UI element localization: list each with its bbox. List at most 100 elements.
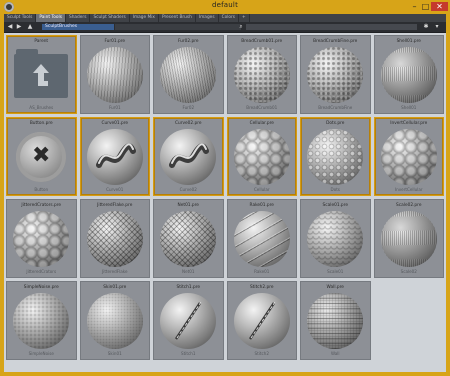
brush-preview-sphere [86, 211, 143, 267]
brush-filename: Stitch1.pre [176, 285, 201, 290]
brush-name: BreadCrumb01 [246, 105, 278, 110]
brush-tile[interactable]: JitteredFlake.pre JitteredFlake [79, 199, 150, 278]
brush-filename: JitteredFlake.pre [97, 203, 133, 208]
brush-tile[interactable]: Cellular.pre Cellular [226, 117, 297, 196]
add-tab-button[interactable]: + [239, 14, 250, 22]
brush-filename: Curve01.pre [101, 121, 129, 126]
brush-grid: Parent AS_Brushes Fur01.pre Fur01 Fur02.pre F… [6, 35, 444, 372]
tab-colors[interactable]: Colors [219, 14, 240, 22]
brush-name: Scale01 [327, 269, 344, 274]
brush-tile[interactable]: Fur01.pre Fur01 [79, 35, 150, 114]
brush-filename: Stitch2.pre [249, 285, 274, 290]
brush-preview-sphere [233, 211, 290, 267]
brush-name: InvertCellular [394, 187, 423, 192]
brush-tile[interactable]: Net01.pre Net01 [153, 199, 224, 278]
brush-filename: Skin01.pre [103, 285, 127, 290]
brush-filename: InvertCellular.pre [390, 121, 428, 126]
brush-name: Dots [330, 187, 340, 192]
brush-filename: Curve02.pre [174, 121, 202, 126]
tab-sculpt-tools[interactable]: Sculpt Tools [4, 14, 37, 22]
brush-filename: Scale02.pre [396, 203, 422, 208]
tab-shaders[interactable]: Shaders [66, 14, 91, 22]
brush-filename: Rake01.pre [249, 203, 274, 208]
brush-preview-sphere [160, 129, 217, 185]
tab-present-brush[interactable]: Present Brush [159, 14, 196, 22]
brush-name: Shell01 [401, 105, 417, 110]
view-icon[interactable]: ▾ [433, 23, 441, 31]
brush-tile[interactable]: Scale01.pre Scale01 [300, 199, 371, 278]
brush-tile[interactable]: SimpleNoise.pre SimpleNoise [6, 281, 77, 360]
brush-name: Fur01 [108, 105, 121, 110]
brush-filename: Dots.pre [326, 121, 345, 126]
tab-paint-tools[interactable]: Paint Tools [36, 14, 66, 22]
app-window: default – □ ✕ Sculpt Tools Paint Tools Sha… [0, 0, 450, 376]
brush-name: Rake01 [254, 269, 270, 274]
brush-tile[interactable]: Fur02.pre Fur02 [153, 35, 224, 114]
tab-image-mix[interactable]: Image Mix [130, 14, 159, 22]
close-button[interactable]: ✕ [431, 2, 448, 11]
brush-preview-sphere [233, 47, 290, 103]
brush-name: SimpleNoise [28, 351, 54, 356]
brush-tile[interactable]: Curve02.pre Curve02 [153, 117, 224, 196]
maximize-button[interactable]: □ [421, 2, 430, 11]
brush-tile[interactable]: BreadCrumbFine.pre BreadCrumbFine [300, 35, 371, 114]
brush-filename: SimpleNoise.pre [23, 285, 59, 290]
minimize-button[interactable]: – [410, 2, 419, 11]
brush-preview-sphere [307, 293, 364, 349]
brush-preview-sphere [86, 293, 143, 349]
brush-filename: Net01.pre [177, 203, 199, 208]
brush-filename: Wall.pre [326, 285, 344, 290]
path-dropdown[interactable] [115, 24, 241, 30]
brush-tile[interactable]: Parent AS_Brushes [6, 35, 77, 114]
brush-tile[interactable]: Rake01.pre Rake01 [226, 199, 297, 278]
brush-tile[interactable]: Dots.pre Dots [300, 117, 371, 196]
back-icon[interactable]: ◀ [6, 23, 14, 31]
brush-filename: Shell01.pre [396, 39, 421, 44]
brush-preview-sphere [380, 129, 437, 185]
brush-name: Stitch2 [254, 351, 269, 356]
brush-preview-sphere [233, 293, 290, 349]
brush-name: Button [34, 187, 49, 192]
brush-tile[interactable]: JitteredCrators.pre JitteredCrators [6, 199, 77, 278]
up-icon[interactable]: ▲ [26, 23, 34, 31]
brush-tile[interactable]: Skin01.pre Skin01 [79, 281, 150, 360]
brush-preview-sphere [307, 211, 364, 267]
brush-tile[interactable]: Button.pre ✖ Button [6, 117, 77, 196]
brush-name: Stitch1 [181, 351, 196, 356]
settings-icon[interactable]: ✱ [422, 23, 430, 31]
brush-preview-sphere [380, 47, 437, 103]
path-field[interactable]: SculptBrushes [42, 24, 114, 30]
tab-images[interactable]: Images [196, 14, 219, 22]
brush-browser: Parent AS_Brushes Fur01.pre Fur01 Fur02.pre F… [4, 33, 446, 372]
brush-tile[interactable]: Scale02.pre Scale02 [373, 199, 444, 278]
brush-filename: Fur02.pre [177, 39, 199, 44]
brush-tile[interactable]: Curve01.pre Curve01 [79, 117, 150, 196]
brush-tile[interactable]: Wall.pre Wall [300, 281, 371, 360]
brush-preview-sphere [13, 211, 70, 267]
title-bar[interactable]: default – □ ✕ [0, 0, 450, 14]
brush-name: Skin01 [107, 351, 122, 356]
brush-tile[interactable]: InvertCellular.pre InvertCellular [373, 117, 444, 196]
brush-filename: Scale01.pre [322, 203, 348, 208]
forward-icon[interactable]: ▶ [15, 23, 23, 31]
search-icon[interactable]: ⌕ [237, 23, 245, 31]
brush-filename: Cellular.pre [249, 121, 274, 126]
search-input[interactable] [246, 24, 417, 30]
brush-tile[interactable]: Stitch1.pre Stitch1 [153, 281, 224, 360]
tab-sculpt-shaders[interactable]: Sculpt Shaders [90, 14, 130, 22]
brush-name: Cellular [253, 187, 270, 192]
brush-tile[interactable]: Shell01.pre Shell01 [373, 35, 444, 114]
brush-filename: Parent [34, 39, 49, 44]
brush-name: Curve01 [106, 187, 124, 192]
brush-name: JitteredCrators [26, 269, 57, 274]
brush-preview-sphere [160, 211, 217, 267]
folder-up-icon [14, 49, 69, 98]
brush-tile[interactable]: Stitch2.pre Stitch2 [226, 281, 297, 360]
brush-filename: Button.pre [29, 121, 53, 126]
path-bar: ◀ ▶ ▲ SculptBrushes ⌕ ✱ ▾ [4, 22, 446, 33]
button-brush-icon: ✖ [16, 132, 67, 182]
brush-name: Scale02 [400, 269, 417, 274]
brush-tile[interactable]: BreadCrumb01.pre BreadCrumb01 [226, 35, 297, 114]
brush-preview-sphere [233, 129, 290, 185]
brush-name: Curve02 [179, 187, 197, 192]
